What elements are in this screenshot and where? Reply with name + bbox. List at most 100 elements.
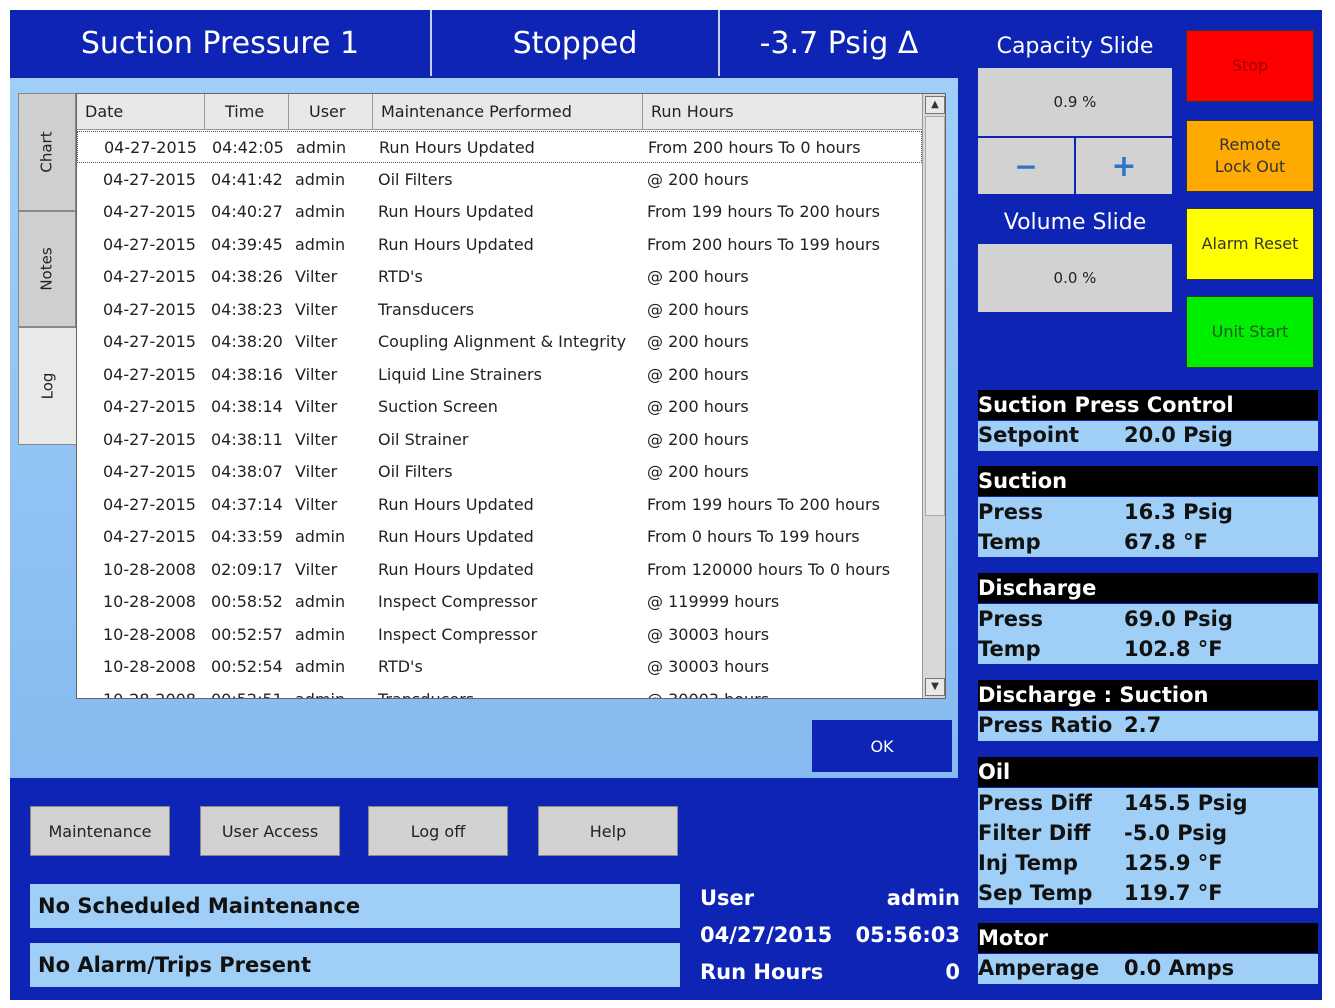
column-run-hours[interactable]: Run Hours — [643, 94, 922, 130]
cell-maintenance: Oil Strainer — [378, 429, 469, 449]
log-table: Date Time User Maintenance Performed Run… — [76, 93, 946, 699]
scroll-down-button[interactable]: ▼ — [925, 678, 945, 696]
cell-time: 04:38:20 — [211, 332, 283, 351]
help-button[interactable]: Help — [538, 806, 678, 856]
table-row[interactable]: 04-27-2015 04:38:26 Vilter RTD's @ 200 hours — [77, 261, 922, 293]
log-scrollbar[interactable]: ▲ ▼ — [922, 94, 945, 698]
cell-maintenance: Run Hours Updated — [378, 234, 534, 254]
cell-user: Vilter — [295, 429, 338, 449]
oil-filter-diff-label: Filter Diff — [978, 821, 1091, 845]
table-row[interactable]: 04-27-2015 04:38:14 Vilter Suction Screen @ … — [77, 391, 922, 423]
suction-readings: Press 16.3 Psig Temp 67.8 °F — [978, 497, 1318, 557]
suction-press-label: Press — [978, 500, 1043, 524]
suction-title: Suction — [978, 466, 1318, 496]
cell-time: 04:41:42 — [211, 169, 283, 189]
cell-maintenance: Coupling Alignment & Integrity — [378, 332, 627, 351]
press-ratio-label: Press Ratio — [978, 713, 1113, 737]
log-table-header: Date Time User Maintenance Performed Run… — [77, 94, 922, 130]
cell-maintenance: Run Hours Updated — [378, 494, 534, 514]
log-off-button[interactable]: Log off — [368, 806, 508, 856]
oil-title: Oil — [978, 757, 1318, 787]
scroll-thumb[interactable] — [925, 116, 945, 516]
table-row[interactable]: 04-27-2015 04:40:27 admin Run Hours Updated… — [77, 196, 922, 228]
user-access-button[interactable]: User Access — [200, 806, 340, 856]
cell-user: Vilter — [295, 397, 338, 416]
cell-run-hours: From 200 hours To 0 hours — [648, 138, 861, 157]
cell-time: 00:52:57 — [211, 624, 283, 644]
cell-date: 04-27-2015 — [103, 494, 196, 514]
ok-button[interactable]: OK — [812, 720, 952, 772]
oil-inj-temp-value: 125.9 °F — [1124, 851, 1223, 875]
column-time[interactable]: Time — [205, 94, 289, 130]
cell-run-hours: From 199 hours To 200 hours — [647, 202, 880, 221]
maintenance-button[interactable]: Maintenance — [30, 806, 170, 856]
cell-user: Vilter — [295, 462, 338, 481]
tab-notes[interactable]: Notes — [18, 211, 76, 327]
oil-inj-temp-label: Inj Temp — [978, 851, 1078, 875]
scroll-up-button[interactable]: ▲ — [925, 96, 945, 114]
alarm-reset-button[interactable]: Alarm Reset — [1186, 208, 1314, 280]
discharge-temp-label: Temp — [978, 637, 1041, 661]
cell-run-hours: @ 200 hours — [647, 429, 749, 449]
cell-date: 04-27-2015 — [103, 169, 196, 189]
table-row[interactable]: 04-27-2015 04:38:11 Vilter Oil Strainer @ 20… — [77, 424, 922, 456]
column-date[interactable]: Date — [77, 94, 205, 130]
ratio-title: Discharge : Suction — [978, 680, 1318, 710]
cell-user: Vilter — [295, 299, 338, 319]
table-row[interactable]: 10-28-2008 00:52:51 admin Transducers @ 3000… — [77, 684, 922, 699]
suction-temp-value: 67.8 °F — [1124, 530, 1208, 554]
table-row[interactable]: 10-28-2008 00:58:52 admin Inspect Compresso… — [77, 586, 922, 618]
header-delta: -3.7 Psig Δ — [718, 10, 958, 76]
cell-user: admin — [295, 689, 346, 699]
capacity-decrease-button[interactable]: − — [978, 138, 1074, 194]
cell-run-hours: @ 200 hours — [647, 267, 749, 286]
cell-time: 04:33:59 — [211, 527, 283, 546]
remote-lock-out-button[interactable]: Remote Lock Out — [1186, 120, 1314, 192]
tab-notes-label: Notes — [37, 247, 56, 291]
column-maintenance[interactable]: Maintenance Performed — [373, 94, 643, 130]
table-row[interactable]: 04-27-2015 04:37:14 Vilter Run Hours Update… — [77, 489, 922, 521]
table-row[interactable]: 10-28-2008 00:52:54 admin RTD's @ 30003 hour… — [77, 651, 922, 683]
table-row[interactable]: 04-27-2015 04:38:23 Vilter Transducers @ 200… — [77, 294, 922, 326]
unit-start-button[interactable]: Unit Start — [1186, 296, 1314, 368]
cell-time: 04:38:16 — [211, 364, 283, 384]
table-row[interactable]: 04-27-2015 04:39:45 admin Run Hours Updated… — [77, 229, 922, 261]
cell-maintenance: RTD's — [378, 267, 423, 286]
table-row[interactable]: 04-27-2015 04:38:07 Vilter Oil Filters @ 200… — [77, 456, 922, 488]
motor-title: Motor — [978, 923, 1318, 953]
oil-press-diff-label: Press Diff — [978, 791, 1092, 815]
table-row[interactable]: 04-27-2015 04:38:16 Vilter Liquid Line Stra… — [77, 359, 922, 391]
cell-run-hours: @ 30003 hours — [647, 624, 770, 644]
cell-date: 04-27-2015 — [103, 299, 196, 319]
table-row[interactable]: 04-27-2015 04:41:42 admin Oil Filters @ 200 … — [77, 164, 922, 196]
cell-run-hours: @ 200 hours — [647, 299, 749, 319]
table-row[interactable]: 04-27-2015 04:33:59 admin Run Hours Updated… — [77, 521, 922, 553]
cell-time: 04:38:11 — [211, 429, 283, 449]
table-row[interactable]: 04-27-2015 04:42:05 admin Run Hours Updated… — [77, 131, 922, 163]
cell-maintenance: Run Hours Updated — [378, 559, 534, 579]
header-state: Stopped — [430, 10, 718, 76]
column-user[interactable]: User — [289, 94, 373, 130]
cell-time: 04:39:45 — [211, 234, 283, 254]
tab-chart[interactable]: Chart — [18, 93, 76, 211]
cell-maintenance: Oil Filters — [378, 462, 453, 481]
discharge-temp-value: 102.8 °F — [1124, 637, 1223, 661]
cell-user: admin — [295, 169, 346, 189]
table-row[interactable]: 10-28-2008 00:52:57 admin Inspect Compresso… — [77, 619, 922, 651]
capacity-increase-button[interactable]: + — [1076, 138, 1172, 194]
cell-run-hours: @ 200 hours — [647, 397, 749, 416]
cell-date: 04-27-2015 — [103, 234, 196, 254]
tab-log[interactable]: Log — [18, 327, 76, 445]
table-row[interactable]: 10-28-2008 02:09:17 Vilter Run Hours Update… — [77, 554, 922, 586]
cell-run-hours: From 0 hours To 199 hours — [647, 527, 860, 546]
cell-date: 10-28-2008 — [103, 559, 196, 579]
cell-run-hours: @ 200 hours — [647, 462, 749, 481]
cell-date: 04-27-2015 — [103, 527, 196, 546]
cell-maintenance: Run Hours Updated — [378, 202, 534, 221]
stop-button[interactable]: Stop — [1186, 30, 1314, 102]
cell-user: Vilter — [295, 332, 338, 351]
cell-maintenance: Inspect Compressor — [378, 624, 538, 644]
cell-run-hours: From 199 hours To 200 hours — [647, 494, 880, 514]
cell-time: 00:52:54 — [211, 657, 283, 676]
table-row[interactable]: 04-27-2015 04:38:20 Vilter Coupling Alignme… — [77, 326, 922, 358]
